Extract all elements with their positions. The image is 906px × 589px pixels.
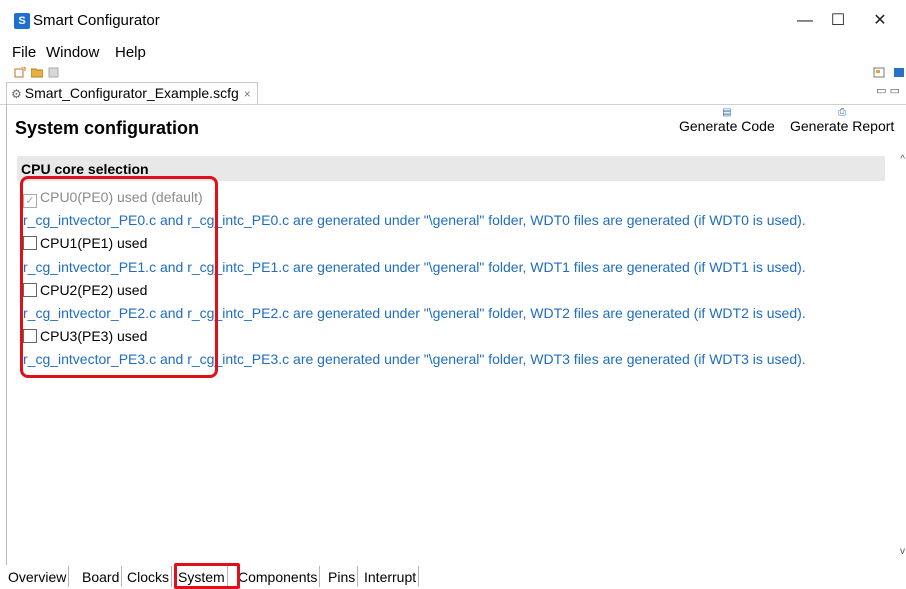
- editor-tab-label: Smart_Configurator_Example.scfg: [24, 85, 239, 101]
- tab-overview[interactable]: Overview: [6, 566, 70, 587]
- scroll-down-arrow-icon[interactable]: v: [900, 546, 905, 557]
- generate-report-icon: ⎙: [838, 107, 847, 118]
- page-title: System configuration: [15, 118, 200, 138]
- app-logo-icon: S: [14, 13, 30, 29]
- editor-tab-bar: ⚙ Smart_Configurator_Example.scfg × ▭ ▭: [0, 82, 906, 105]
- cpu-checkboxes-highlight: [20, 176, 218, 378]
- perspective-icon[interactable]: [873, 67, 885, 78]
- gear-icon: ⚙: [11, 87, 22, 101]
- menu-bar: File Window Help: [0, 42, 906, 64]
- generate-report-button[interactable]: ⎙ Generate Report: [790, 107, 895, 135]
- maximize-button[interactable]: ☐: [818, 8, 858, 34]
- generate-code-label: Generate Code: [679, 118, 775, 134]
- new-file-icon[interactable]: [14, 67, 26, 78]
- tab-interrupt[interactable]: Interrupt: [362, 566, 420, 587]
- menu-window[interactable]: Window: [46, 44, 99, 61]
- window-title: Smart Configurator: [33, 12, 160, 29]
- menu-file[interactable]: File: [12, 44, 36, 61]
- system-tab-highlight: [174, 563, 240, 589]
- tab-components[interactable]: Components: [236, 566, 321, 587]
- tab-board[interactable]: Board: [80, 566, 123, 587]
- close-tab-icon[interactable]: ×: [244, 87, 251, 101]
- open-folder-icon[interactable]: [31, 67, 43, 78]
- view-minimize-maximize-icon[interactable]: ▭ ▭: [876, 84, 900, 97]
- close-button[interactable]: ✕: [860, 8, 900, 34]
- title-bar: S Smart Configurator — ☐ ✕: [0, 0, 906, 42]
- menu-help[interactable]: Help: [115, 44, 146, 61]
- tab-pins[interactable]: Pins: [326, 566, 359, 587]
- generate-report-label: Generate Report: [790, 118, 895, 134]
- editor-tab-scfg[interactable]: ⚙ Smart_Configurator_Example.scfg ×: [6, 82, 258, 104]
- section-title: CPU core selection: [21, 161, 149, 177]
- generate-code-button[interactable]: ▤ Generate Code: [679, 107, 775, 135]
- smart-configurator-perspective-icon[interactable]: [893, 67, 905, 78]
- save-icon[interactable]: [48, 67, 60, 78]
- scroll-up-arrow-icon[interactable]: ^: [900, 154, 905, 165]
- toolbar: [0, 64, 906, 82]
- tab-clocks[interactable]: Clocks: [125, 566, 173, 587]
- generate-code-icon: ▤: [722, 107, 732, 118]
